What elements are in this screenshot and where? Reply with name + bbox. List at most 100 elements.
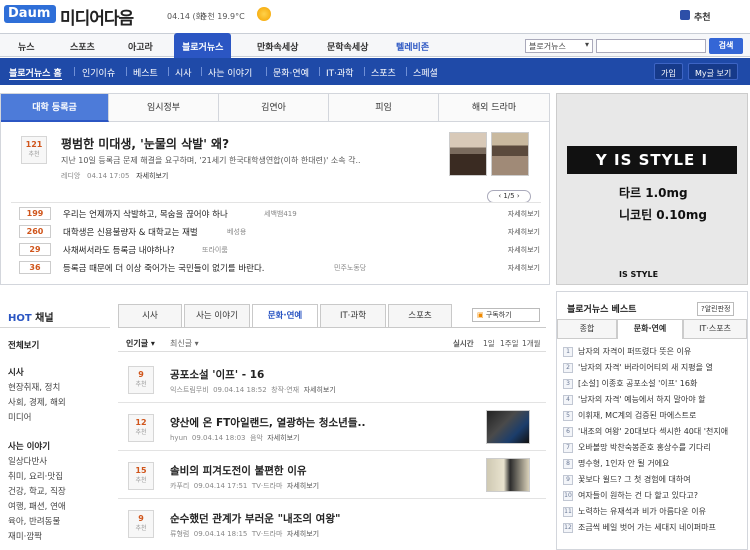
channel-link[interactable]: 일상다반사 — [8, 455, 47, 467]
channel-link[interactable]: 육아, 반려동물 — [8, 515, 60, 527]
tab-culture[interactable]: 문화·연예 — [252, 304, 318, 328]
nav-news[interactable]: 뉴스 — [18, 40, 35, 53]
list-item: 29 사채써서라도 등록금 내야하나? 또라이룸 자세히보기 — [19, 241, 544, 259]
search-category-select[interactable]: 블로거뉴스 — [525, 39, 593, 53]
best-item[interactable]: 4 '남자의 자격' 예능에서 하지 말아야 할 — [563, 394, 745, 406]
nav-literature[interactable]: 문학속세상 — [327, 40, 368, 53]
range-1month[interactable]: 1개월 — [522, 338, 541, 349]
article-title[interactable]: 공포소설 '이프' - 16 — [170, 367, 264, 382]
tab-it[interactable]: IT·과학 — [320, 304, 386, 327]
search-button[interactable]: 검색 — [709, 38, 743, 54]
best-item[interactable]: 5 이휘재, MC계의 검증된 마에스트로 — [563, 410, 745, 422]
search-input[interactable] — [596, 39, 706, 53]
article-meta: 카푸리 09.04.14 17:51 TV·드라마 자세히보기 — [170, 482, 320, 490]
feature-headline[interactable]: 평범한 미대생, '눈물의 삭발' 왜? — [61, 135, 229, 152]
channel-link[interactable]: 건강, 학교, 직장 — [8, 485, 66, 497]
feature-photo-2[interactable] — [491, 132, 529, 176]
view-all-link[interactable]: 전체보기 — [8, 339, 39, 351]
nav-sports[interactable]: 스포츠 — [70, 40, 95, 53]
rank-number: 6 — [563, 427, 573, 437]
subscribe-button[interactable]: ▣ 구독하기 — [472, 308, 540, 322]
article-title[interactable]: 양산에 온 FT아일랜드, 열광하는 청소년들.. — [170, 415, 365, 430]
channel-link[interactable]: 현장취재, 정치 — [8, 381, 60, 393]
channel-link[interactable]: 미디어 — [8, 411, 31, 423]
site-title[interactable]: 미디어다음 — [60, 4, 134, 29]
join-button[interactable]: 가입 — [654, 63, 683, 80]
article-title[interactable]: 순수했던 관계가 부러운 "내조의 여왕" — [170, 511, 340, 526]
feature-photo-1[interactable] — [449, 132, 487, 176]
info-link[interactable]: ?알린판정 — [697, 302, 735, 316]
feature-meta: 레디앙 04.14 17:05 자세히보기 — [61, 172, 169, 180]
nav-blogger-news[interactable]: 블로거뉴스 — [174, 33, 232, 58]
tab-overall[interactable]: 종합 — [557, 319, 617, 339]
section-current[interactable]: 시사 — [8, 366, 24, 378]
best-item[interactable]: 6 '내조의 여왕' 20대보다 섹시한 40대 '천지애 — [563, 426, 745, 438]
best-item[interactable]: 1 남자의 자격이 퍼뜨렸다 뜻은 이유 — [563, 346, 745, 358]
divider — [201, 67, 202, 76]
best-item-title: 조금씩 베일 벗어 가는 세대지 네이퍼마프 — [578, 523, 716, 532]
section-life[interactable]: 사는 이야기 — [8, 440, 50, 452]
best-item-title: '남자의 자격' 버라이어티의 새 지평을 열 — [578, 363, 713, 372]
tab-provisional-gov[interactable]: 임시정부 — [109, 94, 219, 122]
best-item[interactable]: 12 조금씩 베일 벗어 가는 세대지 네이퍼마프 — [563, 522, 745, 534]
nav-comics[interactable]: 만화속세상 — [257, 40, 298, 53]
list-item: 36 등록금 때문에 더 이상 죽어가는 국민들이 없기를 바란다. 민주노동당… — [19, 259, 544, 277]
channel-link[interactable]: 사회, 경제, 해외 — [8, 396, 66, 408]
nav-television[interactable]: 텔레비존 — [396, 40, 429, 53]
article-item: 9 추천 공포소설 '이프' - 16 익스트림무비 09.04.14 18:52… — [118, 357, 546, 403]
rank-number: 9 — [563, 475, 573, 485]
rank-number: 7 — [563, 443, 573, 453]
tab-foreign-drama[interactable]: 해외 드라마 — [439, 94, 549, 122]
subnav-it[interactable]: IT·과학 — [326, 66, 354, 79]
article-thumbnail[interactable] — [486, 410, 530, 444]
daum-logo[interactable]: Daum — [4, 5, 56, 23]
sun-icon — [257, 7, 271, 21]
tab-it-sports[interactable]: IT·스포츠 — [683, 319, 747, 339]
my-posts-button[interactable]: My글 보기 — [688, 63, 739, 80]
nav-agora[interactable]: 아고라 — [128, 40, 153, 53]
rss-icon: ▣ — [477, 311, 486, 319]
tab-tuition[interactable]: 대학 등록금 — [1, 94, 109, 122]
ad-headline: Y IS STYLE I — [567, 146, 737, 174]
range-1day[interactable]: 1일 — [483, 338, 495, 349]
tab-contraception[interactable]: 피임 — [329, 94, 439, 122]
subnav-best[interactable]: 베스트 — [133, 66, 158, 79]
subnav-life[interactable]: 사는 이야기 — [208, 66, 252, 79]
subnav-current[interactable]: 시사 — [175, 66, 192, 79]
subnav-special[interactable]: 스페셜 — [413, 66, 438, 79]
tab-life[interactable]: 사는 이야기 — [184, 304, 250, 327]
best-item-title: [소설] 이종호 공포소설 '이프' 16화 — [578, 379, 698, 388]
best-item[interactable]: 7 오바볼망 박찬숙봉준호 홍상수를 기다리 — [563, 442, 745, 454]
channel-link[interactable]: 여행, 패션, 연애 — [8, 500, 66, 512]
best-item[interactable]: 11 노력하는 유재석과 비가 아름다운 이유 — [563, 506, 745, 518]
best-item[interactable]: 9 꽃보다 윌드? 그 첫 경험에 대하여 — [563, 474, 745, 486]
tab-sports[interactable]: 스포츠 — [388, 304, 452, 327]
sort-popular[interactable]: 인기글 ▾ — [126, 338, 155, 349]
article-thumbnail[interactable] — [486, 458, 530, 492]
best-item[interactable]: 2 '남자의 자격' 버라이어티의 새 지평을 열 — [563, 362, 745, 374]
divider — [406, 67, 407, 76]
sort-recent[interactable]: 최신글 ▾ — [170, 338, 199, 349]
weather-text: 춘천 19.9°C — [200, 12, 245, 21]
tab-culture[interactable]: 문화·연예 — [617, 319, 683, 339]
best-panel: 블로거뉴스 베스트 ?알린판정 종합 문화·연예 IT·스포츠 1 남자의 자격이… — [556, 291, 748, 550]
subnav-sports[interactable]: 스포츠 — [371, 66, 396, 79]
ad-brand: IS STYLE — [619, 270, 659, 279]
subnav-popular[interactable]: 인기이슈 — [82, 66, 115, 79]
best-item[interactable]: 3 [소설] 이종호 공포소설 '이프' 16화 — [563, 378, 745, 390]
tab-current[interactable]: 시사 — [118, 304, 182, 327]
subnav-home[interactable]: 블로거뉴스 홈 — [9, 66, 62, 80]
channel-link[interactable]: 취미, 요리·맛집 — [8, 470, 63, 482]
subnav-culture[interactable]: 문화·연예 — [273, 66, 309, 79]
range-realtime[interactable]: 실시간 — [453, 338, 474, 349]
divider — [118, 327, 546, 328]
channel-link[interactable]: 재미·깜짝 — [8, 530, 42, 542]
left-sidebar: HOT 채널 전체보기 시사 현장취재, 정치 사회, 경제, 해외 미디어 사… — [0, 300, 110, 550]
best-item[interactable]: 10 여자들이 원하는 건 다 할고 있다고? — [563, 490, 745, 502]
range-1week[interactable]: 1주일 — [500, 338, 519, 349]
recommend-link[interactable]: 추천 — [694, 10, 711, 23]
advertisement[interactable]: Y IS STYLE I 타르 1.0mg 니코틴 0.10mg IS STYL… — [556, 93, 748, 285]
tab-kim-yuna[interactable]: 김연아 — [219, 94, 329, 122]
article-title[interactable]: 솔비의 피겨도전이 불편한 이유 — [170, 463, 307, 478]
best-item[interactable]: 8 명수형, 1인자 안 될 거에요 — [563, 458, 745, 470]
